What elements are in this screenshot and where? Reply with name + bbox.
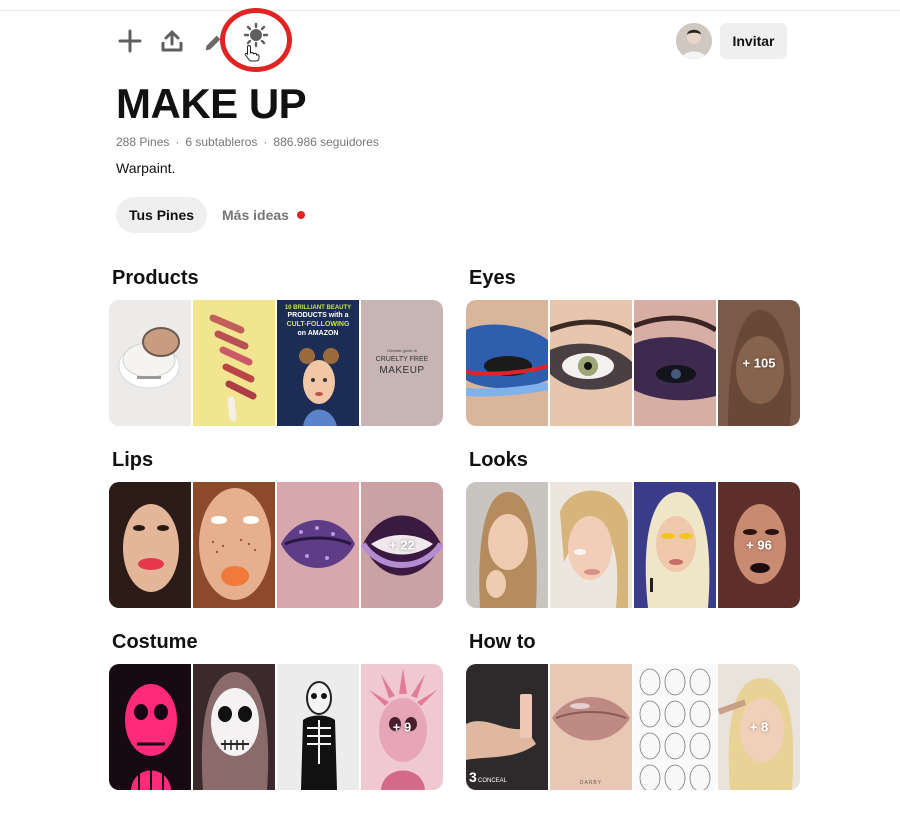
section-title-eyes[interactable]: Eyes: [469, 267, 516, 290]
pin-count: 288 Pines: [116, 135, 170, 149]
sub-board-count: 6 subtableros: [185, 135, 258, 149]
magazine-text: PRODUCTS with a: [287, 312, 348, 319]
card-text: Ultimate guide to: [387, 348, 418, 353]
section-board-eyes[interactable]: + 105: [466, 300, 800, 426]
pin-thumbnail: + 9: [361, 664, 443, 790]
section-title-costume[interactable]: Costume: [112, 631, 198, 654]
pin-thumbnail: + 96: [718, 482, 800, 608]
tab-your-pins[interactable]: Tus Pines: [116, 197, 207, 233]
invite-button[interactable]: Invitar: [720, 23, 787, 59]
section-title-products[interactable]: Products: [112, 267, 199, 290]
pin-thumbnail: [466, 482, 548, 608]
pin-thumbnail: [109, 664, 191, 790]
card-text: CRUELTY FREE: [376, 356, 429, 363]
pin-thumbnail: [634, 482, 716, 608]
top-divider: [0, 10, 900, 11]
pin-thumbnail: + 105: [718, 300, 800, 426]
pin-count-overlay: + 8: [749, 719, 769, 735]
pin-count-overlay: + 22: [389, 537, 415, 553]
avatar[interactable]: [676, 23, 712, 59]
pin-thumbnail: + 22: [361, 482, 443, 608]
section-board-lips[interactable]: + 22: [109, 482, 443, 608]
section-board-how-to[interactable]: 3 CONCEAL DARBY + 8: [466, 664, 800, 790]
add-pin-button[interactable]: [110, 21, 150, 61]
pin-thumbnail: + 8: [718, 664, 800, 790]
pin-thumbnail: [109, 482, 191, 608]
caption-text: DARBY: [580, 780, 602, 786]
section-title-lips[interactable]: Lips: [112, 449, 153, 472]
pin-thumbnail: [277, 664, 359, 790]
pin-thumbnail: Ultimate guide to CRUELTY FREE MAKEUP: [361, 300, 443, 426]
pin-thumbnail: DARBY: [550, 664, 632, 790]
step-number: 3: [469, 769, 477, 785]
share-upload-icon: [161, 30, 183, 52]
tab-more-ideas[interactable]: Más ideas: [222, 197, 305, 233]
step-label: CONCEAL: [478, 778, 508, 784]
meta-separator: ·: [175, 135, 180, 149]
board-stats: 288 Pines · 6 subtableros · 886.986 seguidor…: [116, 135, 379, 149]
pin-thumbnail: [634, 300, 716, 426]
pin-count-overlay: + 96: [746, 537, 772, 553]
section-title-looks[interactable]: Looks: [469, 449, 528, 472]
section-board-products[interactable]: 10 BRILLIANT BEAUTY PRODUCTS with a CULT…: [109, 300, 443, 426]
card-text: MAKEUP: [379, 365, 424, 376]
pin-thumbnail: 10 BRILLIANT BEAUTY PRODUCTS with a CULT…: [277, 300, 359, 426]
magazine-text: 10 BRILLIANT BEAUTY: [285, 305, 351, 311]
follower-count[interactable]: 886.986 seguidores: [273, 135, 378, 149]
pin-thumbnail: [466, 300, 548, 426]
section-board-looks[interactable]: + 96: [466, 482, 800, 608]
notification-dot: [296, 211, 305, 219]
pin-thumbnail: [193, 482, 275, 608]
meta-separator: ·: [263, 135, 268, 149]
pin-thumbnail: [550, 482, 632, 608]
pin-thumbnail: [634, 664, 716, 790]
magazine-text: CULT-FOLLOWING: [287, 321, 350, 328]
board-description: Warpaint.: [116, 160, 176, 176]
share-button[interactable]: [152, 21, 192, 61]
pin-count-overlay: + 9: [392, 719, 412, 735]
pin-thumbnail: [193, 300, 275, 426]
pin-thumbnail: 3 CONCEAL: [466, 664, 548, 790]
pin-count-overlay: + 105: [742, 355, 776, 371]
section-title-how-to[interactable]: How to: [469, 631, 536, 654]
pin-thumbnail: [193, 664, 275, 790]
pin-thumbnail: [109, 300, 191, 426]
magazine-text: on AMAZON: [298, 330, 339, 337]
pin-thumbnail: [277, 482, 359, 608]
highlight-circle: [220, 8, 292, 72]
plus-icon: [118, 29, 142, 53]
section-board-costume[interactable]: + 9: [109, 664, 443, 790]
pin-thumbnail: [550, 300, 632, 426]
tab-more-ideas-label: Más ideas: [222, 207, 289, 223]
page-title: MAKE UP: [116, 80, 307, 127]
